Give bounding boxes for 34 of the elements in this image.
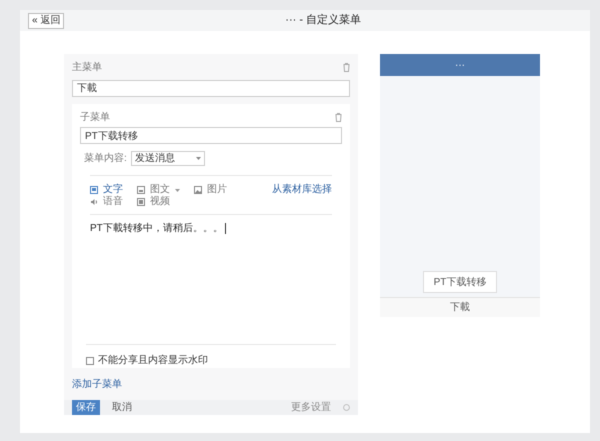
page-title: ··· - 自定义菜单 <box>285 12 362 28</box>
preview-title: ··· <box>455 58 465 72</box>
field-label: 主菜单 <box>72 60 102 75</box>
message-type-tab[interactable]: 文字 <box>90 184 123 196</box>
image-icon <box>194 186 202 194</box>
text-cursor <box>224 223 226 234</box>
info-icon <box>343 404 350 411</box>
checkbox[interactable] <box>86 356 94 364</box>
message-type-tab[interactable]: 语音 <box>90 196 123 208</box>
field-label: 菜单内容: <box>84 152 127 166</box>
submenu-input[interactable]: PT下载转移 <box>80 127 342 144</box>
save-button[interactable]: 保存 <box>72 400 100 415</box>
message-type-tab[interactable]: 图文 <box>137 184 180 196</box>
trash-icon[interactable] <box>343 63 350 72</box>
checkbox-label: 不能分享且内容显示水印 <box>98 354 208 368</box>
text-icon <box>90 186 98 194</box>
video-icon <box>137 198 145 206</box>
trash-icon[interactable] <box>335 113 342 122</box>
message-text-area[interactable]: PT下載转移中，请稍后。。。 <box>90 221 332 236</box>
message-type-tab[interactable]: 视频 <box>137 196 170 208</box>
main-menu-input[interactable]: 下載 <box>72 80 350 96</box>
message-type-tab[interactable]: 图片 <box>194 184 227 196</box>
cancel-button[interactable]: 取消 <box>112 400 132 415</box>
back-button[interactable]: « 返回 <box>28 12 64 28</box>
library-link[interactable]: 从素材库选择 <box>272 184 332 208</box>
caret-icon <box>175 188 180 192</box>
article-icon <box>137 186 145 194</box>
content-dropdown[interactable]: 发送消息 <box>130 151 205 166</box>
field-label: 子菜单 <box>80 110 110 125</box>
preview-menu-item[interactable]: 下載 <box>450 300 470 315</box>
popup-menu-item[interactable]: PT下载转移 <box>434 274 486 290</box>
add-submenu-link[interactable]: 添加子菜单 <box>72 377 358 392</box>
caret-icon <box>196 157 201 160</box>
speaker-icon <box>90 198 98 206</box>
